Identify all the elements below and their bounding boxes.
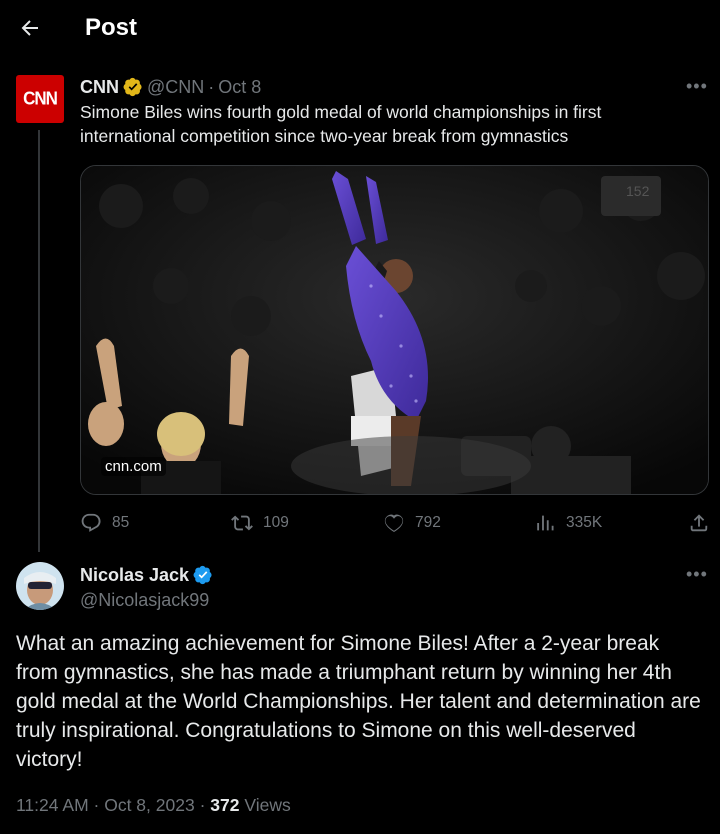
link-preview-card[interactable]: 152 cnn.com <box>80 165 709 495</box>
like-button[interactable]: 792 <box>383 512 441 534</box>
quoted-post-date[interactable]: Oct 8 <box>218 75 261 99</box>
back-button[interactable] <box>14 12 46 44</box>
reply-button[interactable]: 85 <box>80 512 129 534</box>
dot-separator: · <box>199 795 211 815</box>
more-options-button[interactable]: ••• <box>686 76 708 97</box>
verified-blue-icon <box>193 565 213 585</box>
views-label: Views <box>244 795 291 815</box>
repost-button[interactable]: 109 <box>231 512 289 534</box>
share-button[interactable] <box>688 512 720 534</box>
reply-post-text: What an amazing achievement for Simone B… <box>16 632 701 771</box>
views-count: 372 <box>210 795 240 815</box>
share-icon <box>690 514 708 532</box>
post-metadata: 11:24 AM · Oct 8, 2023 · 372 Views <box>16 795 291 816</box>
quoted-author-handle[interactable]: @CNN <box>147 75 204 99</box>
quoted-post-text: Simone Biles wins fourth gold medal of w… <box>80 102 602 146</box>
repost-icon <box>231 515 253 531</box>
more-dots-icon: ••• <box>686 76 708 96</box>
reply-author-name[interactable]: Nicolas Jack <box>80 563 189 587</box>
page-title: Post <box>85 14 138 41</box>
post-date[interactable]: Oct 8, 2023 <box>104 795 194 815</box>
cnn-logo: CNN <box>23 88 58 109</box>
cnn-avatar[interactable]: CNN <box>16 75 64 123</box>
repost-count: 109 <box>263 514 289 531</box>
nicolas-jack-avatar[interactable] <box>16 562 64 610</box>
reply-author-handle[interactable]: @Nicolasjack99 <box>80 588 209 612</box>
svg-text:152: 152 <box>626 183 650 199</box>
gymnast-photo: 152 <box>81 166 708 494</box>
reply-author-name-row: Nicolas Jack <box>80 563 217 587</box>
card-source-label: cnn.com <box>101 457 166 476</box>
post-time[interactable]: 11:24 AM <box>16 795 89 815</box>
quoted-author-name[interactable]: CNN <box>80 75 119 99</box>
verified-gold-icon <box>123 77 143 97</box>
reply-icon <box>81 513 101 532</box>
views-button[interactable]: 335K <box>534 512 602 534</box>
heart-icon <box>384 514 404 532</box>
dot-separator: · <box>208 77 215 97</box>
more-dots-icon: ••• <box>686 564 708 584</box>
reply-count: 85 <box>112 514 130 531</box>
arrow-left-icon <box>21 20 38 36</box>
view-count: 335K <box>566 514 603 531</box>
dot-separator: · <box>93 795 105 815</box>
avatar-image <box>16 562 64 610</box>
reply-more-options-button[interactable]: ••• <box>686 564 708 585</box>
analytics-bar-icon <box>537 515 554 531</box>
thread-connector-line <box>38 130 40 552</box>
like-count: 792 <box>415 514 441 531</box>
quoted-post-author-row: CNN @CNN · Oct 8 <box>80 75 261 99</box>
